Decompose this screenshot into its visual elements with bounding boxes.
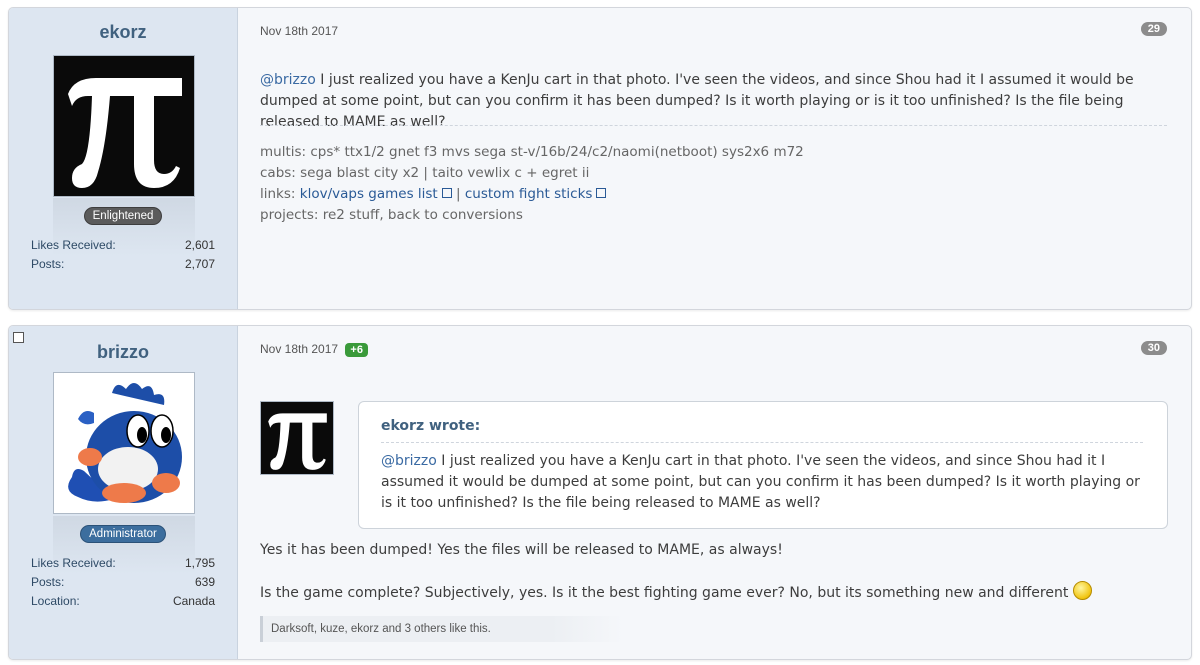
external-link-icon bbox=[441, 188, 452, 198]
user-stats: Likes Received: 1,795 Posts: 639 Location:… bbox=[31, 554, 215, 611]
username[interactable]: ekorz bbox=[9, 22, 237, 43]
pi-symbol-icon bbox=[268, 413, 327, 470]
stat-posts: Posts: 2,707 bbox=[31, 257, 215, 271]
smiley-icon bbox=[1072, 581, 1092, 600]
stat-likes: Likes Received: 2,601 bbox=[31, 238, 215, 252]
post-date-link[interactable]: Nov 18th 2017 bbox=[260, 342, 338, 356]
sig-cabs: cabs: sega blast city x2 | taito vewlix … bbox=[260, 165, 590, 181]
avatar[interactable] bbox=[53, 372, 195, 514]
sig-projects: projects: re2 stuff, back to conversions bbox=[260, 207, 523, 223]
post-29: ekorz Enlightened Likes Received: 2,601 P… bbox=[8, 7, 1192, 310]
post-message: @brizzo I just realized you have a KenJu… bbox=[260, 72, 1134, 130]
stat-location: Location: Canada bbox=[31, 594, 215, 608]
user-sidebar: brizzo Administrator Likes Received: 1,79… bbox=[9, 326, 238, 659]
reply-line-1: Yes it has been dumped! Yes the files wi… bbox=[260, 542, 783, 558]
stat-likes: Likes Received: 1,795 bbox=[31, 556, 215, 570]
user-stats: Likes Received: 2,601 Posts: 2,707 bbox=[31, 236, 215, 274]
quote-divider bbox=[381, 442, 1143, 443]
external-link-icon bbox=[596, 188, 607, 198]
sig-multis: multis: cps* ttx1/2 gnet f3 mvs sega st-… bbox=[260, 144, 804, 160]
user-mention[interactable]: @brizzo bbox=[381, 453, 437, 469]
stat-posts: Posts: 639 bbox=[31, 575, 215, 589]
bub-dragon-icon bbox=[68, 383, 182, 503]
post-number-badge[interactable]: 29 bbox=[1140, 22, 1167, 36]
user-title-badge: Administrator bbox=[9, 522, 237, 543]
signature-divider bbox=[260, 125, 1167, 126]
quoted-user-avatar[interactable] bbox=[260, 401, 334, 475]
user-sidebar: ekorz Enlightened Likes Received: 2,601 P… bbox=[9, 8, 238, 309]
reply-line-2: Is the game complete? Subjectively, yes.… bbox=[260, 581, 1167, 604]
quote-text: @brizzo I just realized you have a KenJu… bbox=[381, 453, 1140, 511]
post-30: brizzo Administrator Likes Received: 1,79… bbox=[8, 325, 1192, 660]
post-date[interactable]: Nov 18th 2017 bbox=[260, 24, 338, 38]
user-mention[interactable]: @brizzo bbox=[260, 72, 316, 88]
likes-summary[interactable]: Darksoft, kuze, ekorz and 3 others like … bbox=[260, 616, 623, 642]
link-klov-vaps[interactable]: klov/vaps games list bbox=[300, 186, 452, 202]
link-custom-fight-sticks[interactable]: custom fight sticks bbox=[465, 186, 607, 202]
plus-one-badge[interactable]: +6 bbox=[345, 343, 368, 357]
quote-author[interactable]: ekorz wrote: bbox=[381, 418, 480, 434]
avatar[interactable] bbox=[53, 55, 195, 197]
post-content: Nov 18th 2017 29 @brizzo I just realized… bbox=[238, 8, 1191, 309]
post-number-badge[interactable]: 30 bbox=[1140, 341, 1167, 355]
post-date: Nov 18th 2017 +6 bbox=[260, 342, 368, 357]
post-content: Nov 18th 2017 +6 30 ekorz wrote: @brizzo… bbox=[238, 326, 1191, 659]
quote-box: ekorz wrote: @brizzo I just realized you… bbox=[358, 401, 1168, 529]
pi-symbol-icon bbox=[68, 78, 182, 188]
signature: multis: cps* ttx1/2 gnet f3 mvs sega st-… bbox=[260, 142, 1167, 226]
user-title-badge: Enlightened bbox=[9, 204, 237, 225]
username[interactable]: brizzo bbox=[9, 342, 237, 363]
sig-links: links: klov/vaps games list | custom fig… bbox=[260, 184, 1167, 205]
